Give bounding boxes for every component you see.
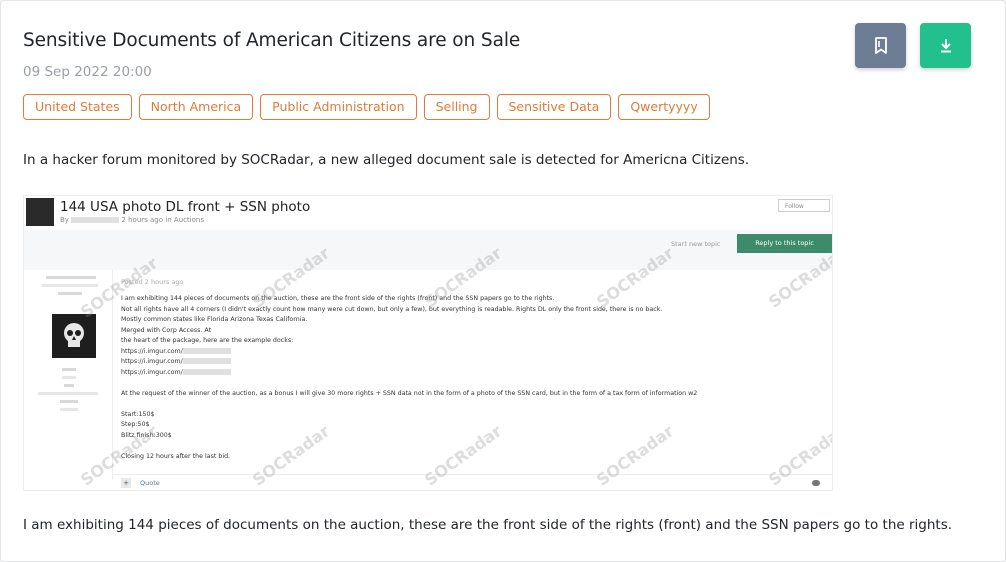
post-link-line: https://i.imgur.com/ xyxy=(121,368,826,379)
flag-icon xyxy=(812,480,820,486)
blurred-rank-line xyxy=(42,284,98,287)
post-line: the heart of the package, here are the e… xyxy=(121,337,294,344)
bookmark-button[interactable] xyxy=(855,23,906,68)
forum-action-bar xyxy=(24,230,832,270)
blurred-stat-1 xyxy=(62,368,76,371)
post-line: Start:150$ xyxy=(121,410,155,418)
blurred-stat-5 xyxy=(60,400,78,403)
post-gap xyxy=(121,399,826,410)
forum-screenshot: 144 USA photo DL front + SSN photo By 2 … xyxy=(23,195,833,491)
blurred-link xyxy=(182,368,231,375)
forum-post-time: Posted 2 hours ago xyxy=(121,278,184,286)
forum-thread-header: 144 USA photo DL front + SSN photo By 2 … xyxy=(24,196,832,230)
post-date: 09 Sep 2022 20:00 xyxy=(23,64,152,80)
forum-post-body: I am exhibiting 144 pieces of documents … xyxy=(121,294,826,462)
forum-post: Posted 2 hours ago I am exhibiting 144 p… xyxy=(112,270,832,480)
tag-qwertyyyy[interactable]: Qwertyyyy xyxy=(618,94,710,120)
post-line: Closing 12 hours after the last bid. xyxy=(121,452,231,460)
blurred-username xyxy=(71,217,120,223)
post-link-line: https://i.imgur.com/ xyxy=(121,347,826,358)
blurred-stat-4 xyxy=(38,392,98,395)
post-link: https://i.imgur.com/ xyxy=(121,347,183,355)
forum-follow-button: Follow xyxy=(778,199,830,212)
byline-by: By xyxy=(60,216,69,224)
tag-united-states[interactable]: United States xyxy=(23,94,132,120)
forum-reply-button: Reply to this topic xyxy=(737,234,832,253)
forum-thread-byline: By 2 hours ago in Auctions xyxy=(60,216,204,224)
post-gap xyxy=(121,441,826,452)
tag-sensitive-data[interactable]: Sensitive Data xyxy=(496,94,612,120)
post-line: Merged with Corp Access. At xyxy=(121,326,212,334)
tag-selling[interactable]: Selling xyxy=(423,94,490,120)
forum-quote-link: Quote xyxy=(140,479,160,487)
post-line: Mostly common states like Florida Arizon… xyxy=(121,316,308,323)
post-link: https://i.imgur.com/ xyxy=(121,368,183,376)
blurred-stat-3 xyxy=(64,384,74,387)
forum-thread-title: 144 USA photo DL front + SSN photo xyxy=(60,199,311,215)
tag-public-administration[interactable]: Public Administration xyxy=(260,94,417,120)
blurred-link xyxy=(182,358,231,364)
blurred-stat-6 xyxy=(60,408,78,411)
tag-north-america[interactable]: North America xyxy=(138,94,254,120)
blurred-rank-line-2 xyxy=(58,292,82,295)
download-icon xyxy=(940,38,951,52)
blurred-username-line xyxy=(46,276,96,279)
tag-list: United States North America Public Admin… xyxy=(23,94,710,120)
forum-user-sidebar xyxy=(24,270,112,490)
download-button[interactable] xyxy=(920,23,971,68)
post-gap xyxy=(121,378,826,389)
plus-icon: + xyxy=(121,478,131,488)
blurred-link xyxy=(182,347,231,354)
thread-author-avatar xyxy=(26,198,54,226)
forum-user-avatar xyxy=(52,314,96,358)
post-title: Sensitive Documents of American Citizens… xyxy=(23,30,521,51)
post-line: Blitz finish:300$ xyxy=(121,431,172,439)
post-line: Not all rights have all 4 corners (I did… xyxy=(121,305,663,313)
blurred-stat-2 xyxy=(62,376,76,379)
post-line: At the request of the winner of the auct… xyxy=(121,389,698,397)
post-intro: In a hacker forum monitored by SOCRadar,… xyxy=(23,152,750,168)
post-link: https://i.imgur.com/ xyxy=(121,358,183,365)
forum-start-new-topic: Start new topic xyxy=(671,240,721,248)
byline-time: 2 hours ago in Auctions xyxy=(121,216,204,224)
post-line: I am exhibiting 144 pieces of documents … xyxy=(121,295,555,302)
post-link-line: https://i.imgur.com/ xyxy=(121,357,826,368)
post-card: Sensitive Documents of American Citizens… xyxy=(0,0,1006,562)
forum-post-footer: + Quote xyxy=(112,474,832,490)
post-line: Step:50$ xyxy=(121,421,150,428)
post-body-text: I am exhibiting 144 pieces of documents … xyxy=(23,517,953,533)
bookmark-icon xyxy=(874,36,887,54)
skull-icon xyxy=(64,323,84,347)
